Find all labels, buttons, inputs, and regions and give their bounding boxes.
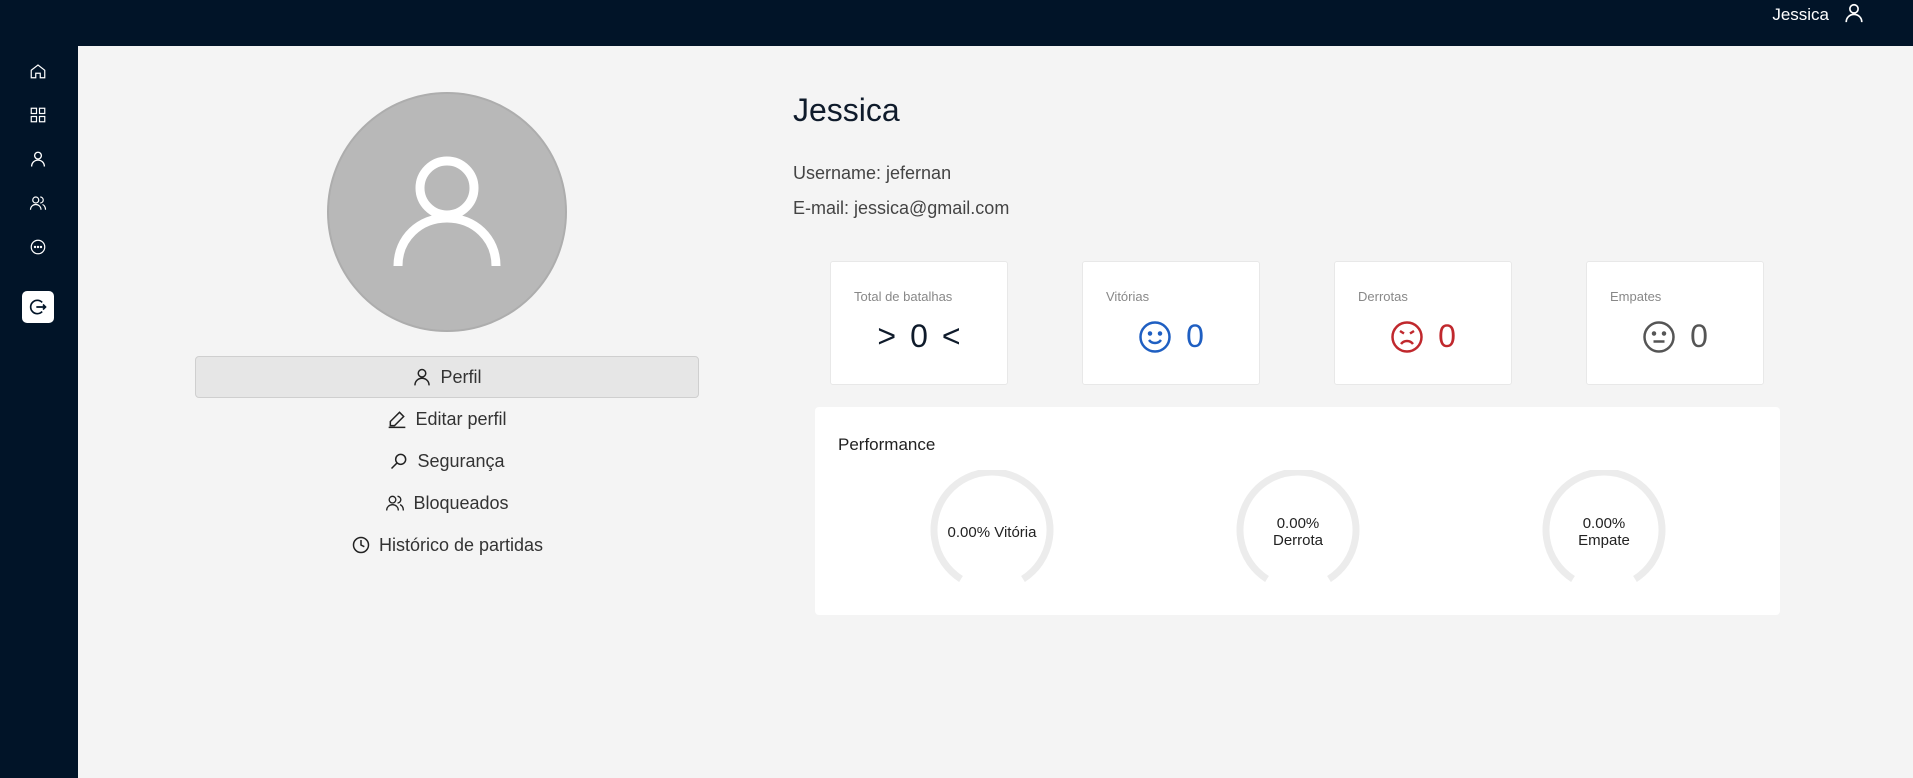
stat-value-row: 0	[1083, 318, 1259, 355]
menu-item-label: Segurança	[417, 450, 505, 471]
gauge-label: 0.00% Vitória	[947, 523, 1037, 541]
stat-value-row: > 0 <	[831, 318, 1007, 355]
stat-card-derrotas: Derrotas 0	[1334, 261, 1512, 385]
stat-label: Empates	[1610, 289, 1662, 304]
menu-item-seguranca[interactable]: Segurança	[195, 440, 699, 482]
user-icon[interactable]	[25, 146, 51, 172]
email-text: E-mail: jessica@gmail.com	[793, 198, 1010, 218]
neutral-face-icon	[1643, 320, 1675, 353]
profile-menu: Perfil Editar perfil Segurança Bloqueado…	[195, 356, 699, 566]
user-icon	[414, 368, 431, 386]
user-menu[interactable]: Jessica	[1772, 0, 1865, 30]
menu-item-label: Perfil	[440, 366, 482, 387]
gauge-label: 0.00% Empate	[1578, 515, 1630, 549]
menu-item-label: Bloqueados	[413, 492, 509, 513]
stat-card-total: Total de batalhas > 0 <	[830, 261, 1008, 385]
users-icon[interactable]	[25, 190, 51, 216]
chevron-left-icon: <	[941, 318, 961, 354]
topbar-username: Jessica	[1772, 5, 1829, 24]
pencil-icon	[389, 411, 406, 429]
stat-label: Vitórias	[1106, 289, 1150, 304]
stat-card-vitorias: Vitórias 0	[1082, 261, 1260, 385]
menu-item-editar-perfil[interactable]: Editar perfil	[195, 398, 699, 440]
stat-value: 0	[1690, 318, 1708, 354]
stat-value: 0	[1186, 318, 1204, 354]
performance-card: Performance 0.00% Vitória 0.00% Derrota …	[815, 407, 1780, 615]
menu-item-bloqueados[interactable]: Bloqueados	[195, 482, 699, 524]
stat-value: 0	[910, 318, 928, 354]
username-text: Username: jefernan	[793, 163, 952, 183]
stat-label: Total de batalhas	[854, 289, 953, 304]
stat-value-row: 0	[1587, 318, 1763, 355]
stat-label: Derrotas	[1358, 289, 1408, 304]
top-bar: Jessica	[0, 0, 1913, 46]
search-icon	[391, 453, 407, 470]
user-icon	[393, 156, 501, 266]
clock-icon	[352, 536, 370, 554]
chevron-right-icon: >	[877, 318, 897, 354]
logout-icon[interactable]	[22, 291, 54, 323]
stat-card-empates: Empates 0	[1586, 261, 1764, 385]
gauge-label: 0.00% Derrota	[1272, 515, 1324, 549]
sidebar	[0, 46, 78, 778]
gauge-empate: 0.00% Empate	[1542, 470, 1666, 594]
smile-icon	[1139, 320, 1171, 353]
gauge-vitoria: 0.00% Vitória	[930, 470, 1054, 594]
frown-icon	[1391, 320, 1423, 353]
profile-name: Jessica	[793, 92, 900, 128]
users-icon	[386, 495, 405, 511]
menu-item-label: Histórico de partidas	[378, 534, 544, 555]
user-icon[interactable]	[1843, 2, 1865, 29]
home-icon[interactable]	[25, 58, 51, 84]
grid-icon[interactable]	[25, 102, 51, 128]
stat-value-row: 0	[1335, 318, 1511, 355]
gauge-derrota: 0.00% Derrota	[1236, 470, 1360, 594]
chat-icon[interactable]	[25, 234, 51, 260]
menu-item-label: Editar perfil	[415, 408, 507, 429]
menu-item-perfil[interactable]: Perfil	[195, 356, 699, 398]
stat-value: 0	[1438, 318, 1456, 354]
menu-item-historico[interactable]: Histórico de partidas	[195, 524, 699, 566]
avatar	[327, 92, 567, 332]
performance-title: Performance	[838, 435, 936, 454]
